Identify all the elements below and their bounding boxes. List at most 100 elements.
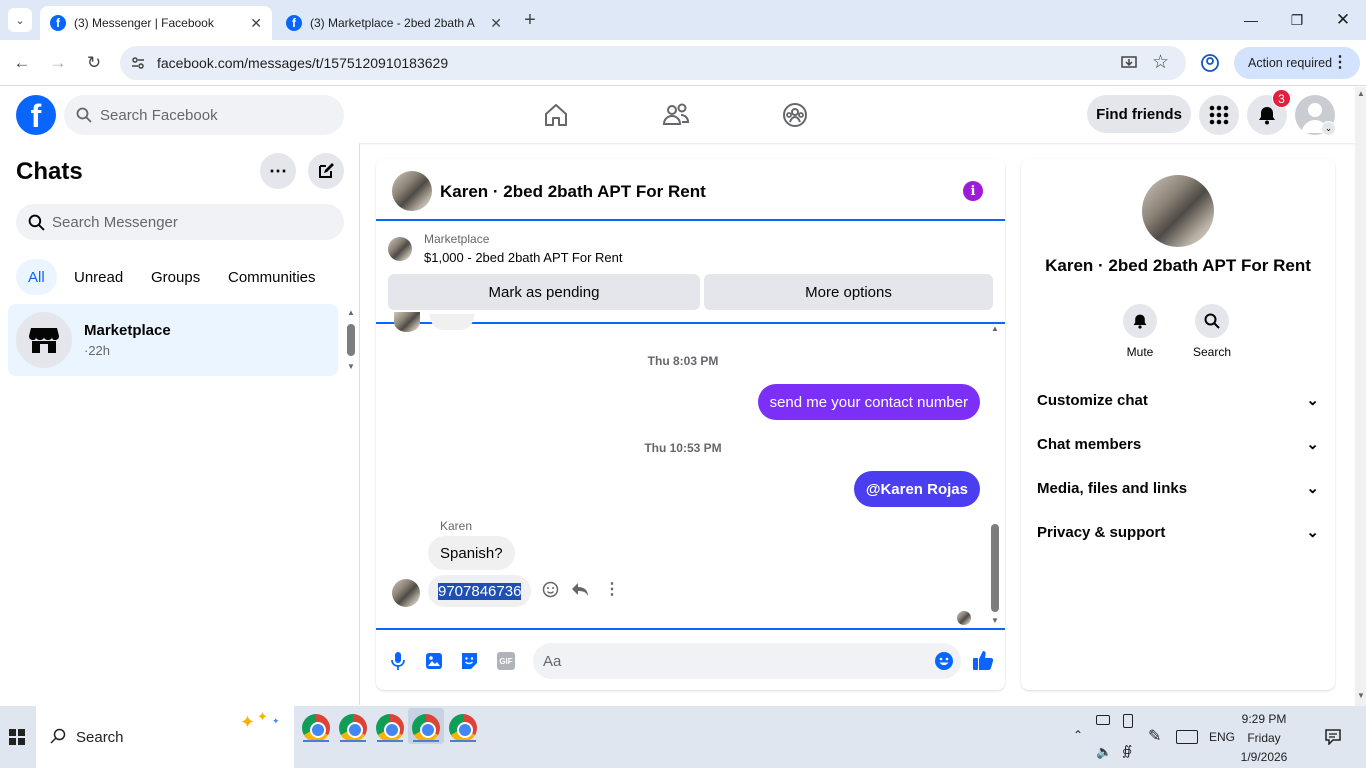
gif-icon[interactable]: GIF [497,652,515,670]
notification-center-icon[interactable] [1325,729,1341,745]
pen-icon[interactable]: ✎ [1148,726,1161,746]
chat-members-row[interactable]: Chat members ⌄ [1037,429,1319,459]
more-options-button[interactable]: More options [704,274,993,310]
search-chat-button[interactable] [1195,304,1229,338]
clock-day[interactable]: Friday [1240,731,1288,745]
thumbs-up-icon[interactable] [972,649,994,671]
media-files-links-row[interactable]: Media, files and links ⌄ [1037,473,1319,503]
message-input[interactable]: Aa [533,643,961,679]
chrome-taskbar-icon[interactable] [302,714,330,742]
keyboard-icon[interactable] [1176,730,1198,744]
messages-scrollbar[interactable]: ▲ ▼ [989,324,1001,628]
reply-icon[interactable] [571,582,589,598]
network-status-icon[interactable] [1096,715,1110,725]
site-info-icon[interactable] [130,55,146,71]
messenger-search-placeholder: Search Messenger [52,213,178,231]
photo-icon[interactable] [425,652,443,670]
new-tab-button[interactable]: + [518,8,542,32]
storefront-icon [29,328,59,353]
sparkle-icon: ✦ [257,709,268,724]
groups-icon[interactable] [779,99,811,131]
install-app-icon[interactable] [1120,54,1138,72]
filter-all[interactable]: All [16,259,57,295]
tab-close-icon[interactable]: ✕ [250,15,262,32]
chrome-taskbar-icon[interactable] [449,714,477,742]
filter-groups[interactable]: Groups [139,259,212,295]
bookmark-star-icon[interactable]: ☆ [1152,51,1169,74]
incoming-message[interactable]: Spanish? [428,536,515,570]
chevron-down-icon: ⌄ [1306,524,1319,541]
privacy-support-row[interactable]: Privacy & support ⌄ [1037,517,1319,547]
home-icon[interactable] [540,99,572,131]
sparkle-icon: ✦ [240,712,256,732]
windows-start-icon[interactable] [9,729,25,745]
clock-time[interactable]: 9:29 PM [1240,712,1288,726]
customize-chat-row[interactable]: Customize chat ⌄ [1037,385,1319,415]
chat-item-name: Marketplace [84,322,171,339]
chats-scrollbar[interactable]: ▲ ▼ [345,308,357,374]
compose-icon [319,163,334,178]
info-icon[interactable]: i [963,181,983,201]
facebook-logo[interactable]: f [16,95,56,135]
microphone-icon[interactable] [390,651,406,671]
contact-avatar[interactable] [392,171,432,211]
speaker-muted-icon[interactable]: 🔈 [1096,744,1112,760]
facebook-header: f Search Facebook Find friends 3 ⌄ [0,87,1366,143]
tab-close-icon[interactable]: ✕ [490,15,502,32]
back-button[interactable]: ← [10,51,34,75]
clock-date[interactable]: 1/9/2026 [1240,750,1288,764]
incoming-message-phone[interactable]: 9707846736 [428,575,532,607]
chrome-taskbar-icon[interactable] [412,714,440,742]
emoji-icon[interactable] [934,651,954,671]
device-icon[interactable] [1123,714,1133,728]
minimize-button[interactable]: — [1228,0,1274,40]
forward-button[interactable]: → [46,51,70,75]
taskbar-search-box[interactable]: Search ✦ ✦ ✦ [36,706,294,768]
facebook-search-input[interactable]: Search Facebook [64,95,344,135]
chrome-taskbar-icon[interactable] [376,714,404,742]
marketplace-listing-bar: Marketplace $1,000 - 2bed 2bath APT For … [376,221,1005,324]
chrome-taskbar-icon[interactable] [339,714,367,742]
friends-icon[interactable] [660,99,692,131]
taskbar-running-indicator [340,740,366,742]
facebook-search-placeholder: Search Facebook [100,106,218,124]
outgoing-message[interactable]: send me your contact number [757,384,980,420]
mark-as-pending-button[interactable]: Mark as pending [388,274,700,310]
show-hidden-icons-chevron-icon[interactable]: ⌃ [1073,728,1083,742]
listing-title[interactable]: $1,000 - 2bed 2bath APT For Rent [424,250,623,265]
filter-unread[interactable]: Unread [62,259,135,295]
conversation-title[interactable]: Karen · 2bed 2bath APT For Rent [440,182,706,202]
menu-dots-icon: ⋮ [1332,54,1348,71]
messenger-search-input[interactable]: Search Messenger [16,204,344,240]
react-emoji-icon[interactable] [542,581,559,598]
outgoing-message[interactable]: @Karen Rojas [853,471,980,507]
find-friends-button[interactable]: Find friends [1087,95,1191,133]
page-scrollbar[interactable]: ▲ ▼ [1355,87,1366,706]
tab-marketplace[interactable]: f (3) Marketplace - 2bed 2bath A ✕ [276,6,512,40]
window-close-button[interactable]: ✕ [1320,0,1366,40]
action-required-button[interactable]: Action required ⋮ [1234,47,1360,79]
profile-icon[interactable] [1200,53,1220,73]
menu-grid-button[interactable] [1199,95,1239,135]
filter-communities[interactable]: Communities [216,259,328,295]
more-actions-icon[interactable]: ⋮ [604,579,620,599]
chat-list-item[interactable]: Marketplace ·22h [8,304,338,376]
sender-avatar[interactable] [392,579,420,607]
chats-options-button[interactable]: ⋯ [260,153,296,189]
info-avatar[interactable] [1142,175,1214,247]
url-field[interactable]: facebook.com/messages/t/1575120910183629… [120,46,1186,80]
chevron-down-icon: ⌄ [1306,480,1319,497]
new-message-button[interactable] [308,153,344,189]
selected-phone-number: 9707846736 [438,582,522,600]
sticker-icon[interactable] [460,652,479,670]
tab-messenger[interactable]: f (3) Messenger | Facebook ✕ [40,6,272,40]
action-required-label: Action required [1248,56,1333,70]
reload-button[interactable]: ↻ [82,51,106,75]
language-indicator[interactable]: ENG [1209,730,1235,744]
account-chevron-icon[interactable]: ⌄ [1321,121,1336,136]
restore-button[interactable]: ❐ [1274,0,1320,40]
wifi-icon[interactable]: ∯ [1122,743,1132,759]
listing-thumbnail[interactable] [388,237,412,261]
tab-search-dropdown[interactable]: ⌄ [8,8,32,32]
mute-button[interactable] [1123,304,1157,338]
